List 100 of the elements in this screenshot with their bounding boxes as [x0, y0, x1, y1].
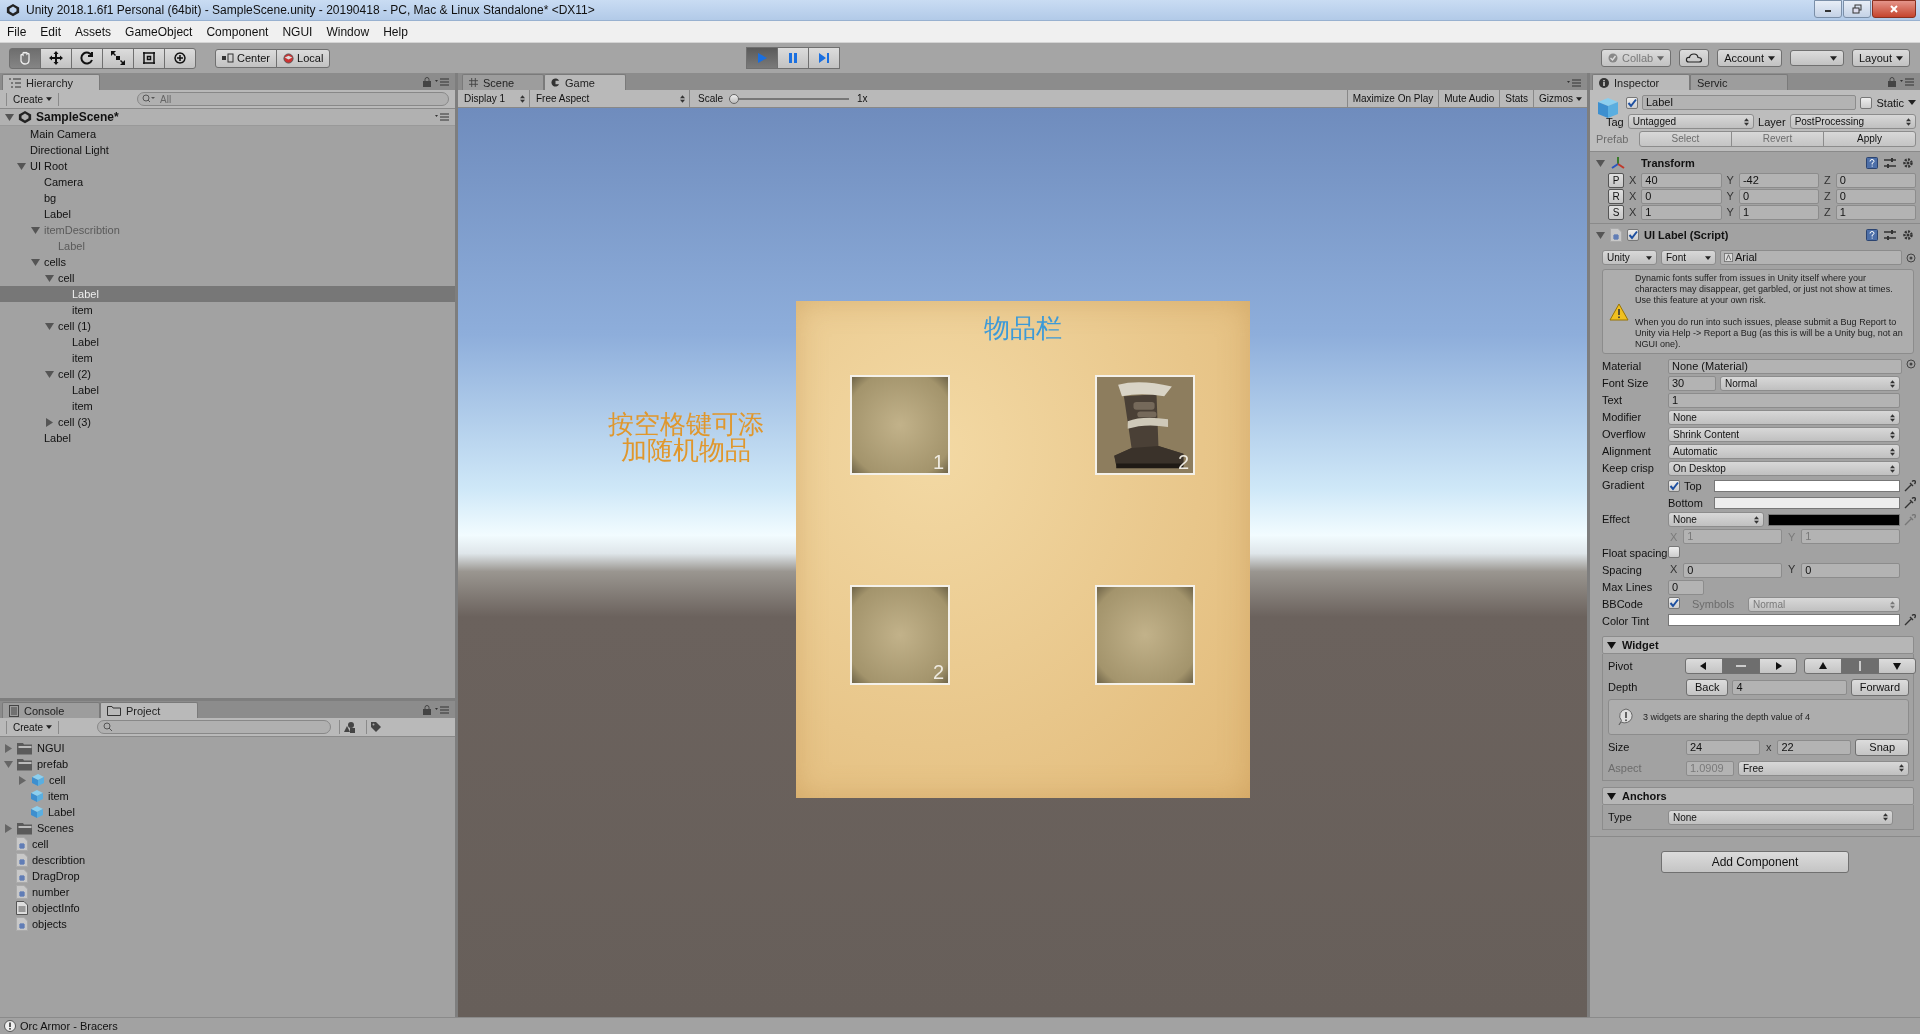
cloud-button[interactable] [1679, 49, 1710, 67]
pivot-button[interactable] [1759, 658, 1797, 674]
project-item[interactable]: number [0, 884, 455, 900]
panel-menu-icon[interactable] [435, 78, 449, 86]
hierarchy-item[interactable]: Camera [0, 174, 455, 190]
caret-right-icon[interactable] [45, 417, 54, 427]
bbcode-checkbox[interactable] [1668, 597, 1680, 609]
step-button[interactable] [808, 47, 841, 69]
slider-thumb[interactable] [729, 93, 739, 104]
hand-tool-button[interactable] [9, 47, 41, 69]
project-item[interactable]: Label [0, 804, 455, 820]
hierarchy-item[interactable]: cell (2) [0, 366, 455, 382]
text-field[interactable]: None (Material) [1668, 359, 1902, 374]
menu-item[interactable]: Component [199, 24, 276, 39]
hierarchy-item[interactable]: Label [0, 382, 455, 398]
services-tab[interactable]: Servic [1690, 74, 1788, 90]
number-field[interactable]: 0 [1738, 188, 1820, 204]
option-dropdown[interactable]: Shrink Content [1668, 427, 1900, 442]
hierarchy-tab[interactable]: Hierarchy [2, 74, 100, 90]
active-checkbox[interactable] [1626, 96, 1638, 109]
sliders-icon[interactable] [1884, 229, 1896, 241]
number-field[interactable]: 1 [1835, 204, 1916, 220]
checkbox[interactable] [1668, 546, 1680, 558]
menu-item[interactable]: Help [376, 24, 415, 39]
hierarchy-item[interactable]: Label [0, 430, 455, 446]
create-dropdown[interactable]: Create [6, 720, 59, 734]
font-source-dropdown[interactable]: Unity [1602, 250, 1657, 265]
caret-down-icon[interactable] [1607, 791, 1616, 801]
panel-menu-icon[interactable] [435, 706, 449, 714]
number-field[interactable]: -42 [1738, 172, 1820, 188]
color-swatch[interactable] [1668, 614, 1900, 626]
enabled-checkbox[interactable] [1627, 229, 1639, 241]
hierarchy-item[interactable]: cell [0, 270, 455, 286]
project-item[interactable]: cell [0, 836, 455, 852]
display-dropdown[interactable]: Display 1 [458, 90, 530, 107]
font-field[interactable]: Arial [1720, 250, 1902, 265]
option-dropdown[interactable]: Automatic [1668, 444, 1900, 459]
number-field[interactable]: 24 [1686, 739, 1760, 755]
account-dropdown[interactable]: Account [1717, 49, 1782, 67]
font-type-dropdown[interactable]: Font [1661, 250, 1716, 265]
panel-menu-icon[interactable] [1900, 78, 1914, 86]
menu-item[interactable]: NGUI [275, 24, 320, 39]
pivot-button[interactable] [1804, 658, 1842, 674]
rotate-tool-button[interactable] [71, 47, 103, 69]
layout-dropdown[interactable]: Layout [1851, 49, 1910, 67]
reset-button[interactable]: R [1608, 188, 1624, 204]
transform-tool-button[interactable] [164, 47, 196, 69]
lock-icon[interactable] [1888, 77, 1896, 87]
project-item[interactable]: objects [0, 916, 455, 932]
settings-icon[interactable] [1902, 229, 1914, 241]
tag-dropdown[interactable]: Untagged [1627, 114, 1755, 129]
pivot-center-button[interactable]: Center [215, 48, 278, 68]
caret-right-icon[interactable] [4, 823, 13, 833]
lock-icon[interactable] [423, 77, 431, 87]
toggle-button[interactable]: Maximize On Play [1346, 90, 1439, 107]
scale-tool-button[interactable] [102, 47, 134, 69]
project-tab[interactable]: Project [100, 702, 198, 718]
lock-icon[interactable] [423, 705, 431, 715]
option-dropdown[interactable]: None [1668, 410, 1900, 425]
caret-down-icon[interactable] [1908, 99, 1916, 106]
caret-right-icon[interactable] [18, 775, 27, 785]
color-swatch[interactable] [1714, 479, 1900, 492]
reset-button[interactable]: P [1608, 172, 1624, 188]
play-button[interactable] [746, 47, 779, 69]
hierarchy-item[interactable]: item [0, 398, 455, 414]
number-field[interactable]: 4 [1732, 679, 1847, 695]
search-field[interactable]: All [137, 92, 449, 106]
menu-item[interactable]: Window [319, 24, 377, 39]
menu-item[interactable]: File [0, 24, 34, 39]
number-field[interactable]: 1 [1738, 204, 1820, 220]
menu-item[interactable]: GameObject [118, 24, 200, 39]
caret-down-icon[interactable] [1607, 640, 1616, 650]
option-dropdown[interactable]: On Desktop [1668, 461, 1900, 476]
effect-dropdown[interactable]: None [1668, 512, 1764, 527]
scene-header[interactable]: SampleScene* [0, 109, 455, 126]
filter-type-button[interactable] [339, 720, 358, 734]
color-swatch[interactable] [1768, 513, 1900, 526]
number-field[interactable]: 40 [1641, 172, 1722, 188]
inspector-tab[interactable]: Inspector [1592, 74, 1690, 90]
number-field[interactable]: 22 [1777, 739, 1852, 755]
project-item[interactable]: DragDrop [0, 868, 455, 884]
object-picker-icon[interactable] [1906, 252, 1916, 263]
hierarchy-item[interactable]: bg [0, 190, 455, 206]
hierarchy-item[interactable]: item [0, 350, 455, 366]
settings-icon[interactable] [1902, 157, 1914, 169]
pivot-button[interactable] [1878, 658, 1916, 674]
hierarchy-item[interactable]: Directional Light [0, 142, 455, 158]
inventory-slot[interactable]: 2 [1095, 375, 1195, 475]
rect-tool-button[interactable] [133, 47, 165, 69]
help-icon[interactable] [1866, 229, 1878, 241]
back-button[interactable]: Back [1686, 678, 1729, 696]
prefab-button[interactable]: Apply [1823, 130, 1916, 147]
toggle-button[interactable]: Stats [1499, 90, 1534, 107]
hierarchy-item[interactable]: item [0, 302, 455, 318]
menu-item[interactable]: Edit [33, 24, 69, 39]
gizmos-dropdown[interactable]: Gizmos [1533, 90, 1587, 107]
project-item[interactable]: objectInfo [0, 900, 455, 916]
project-item[interactable]: prefab [0, 756, 455, 772]
close-button[interactable] [1872, 0, 1916, 18]
number-field[interactable]: 0 [1683, 563, 1782, 578]
